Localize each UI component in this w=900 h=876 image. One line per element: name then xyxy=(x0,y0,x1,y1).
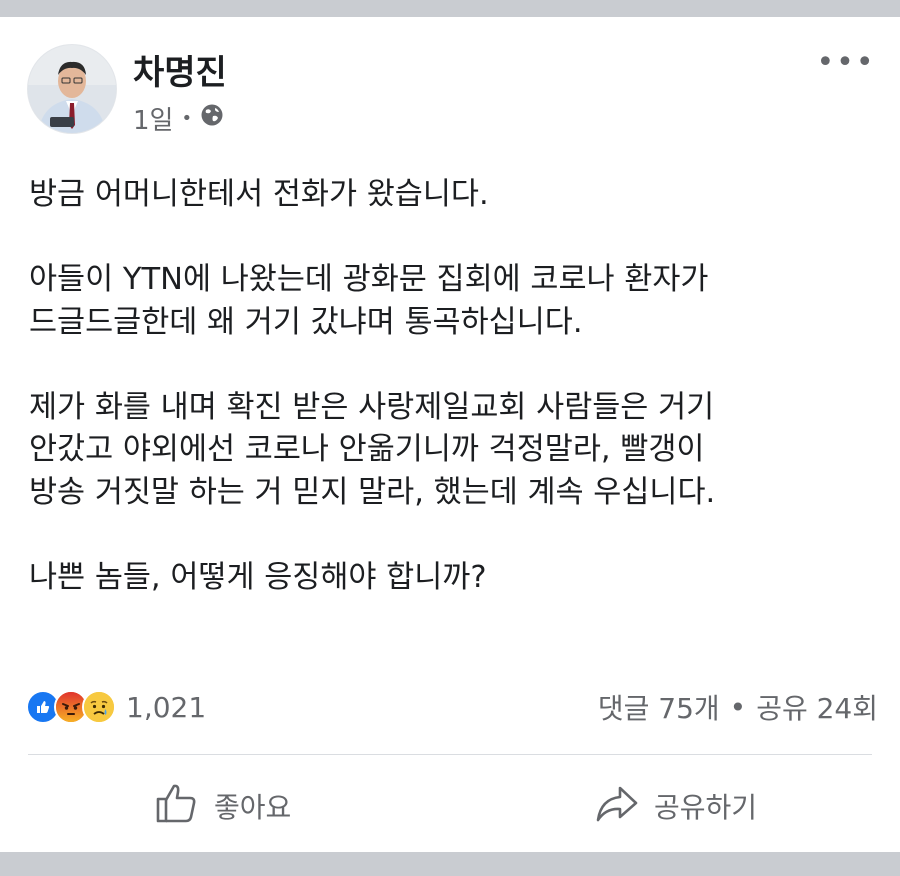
share-button[interactable]: 공유하기 xyxy=(594,779,757,833)
divider xyxy=(28,754,872,755)
stats-separator: • xyxy=(729,690,747,724)
share-label: 공유하기 xyxy=(654,791,758,824)
share-arrow-icon xyxy=(594,780,640,833)
reactions-summary[interactable]: 1,021 xyxy=(26,687,206,727)
paragraph: 나쁜 놈들, 어떻게 응징해야 합니까? xyxy=(29,557,879,600)
engagement-stats: 댓글 75개 • 공유 24회 xyxy=(598,687,878,727)
globe-icon xyxy=(200,103,224,134)
text-line: 드글드글한데 왜 거기 갔냐며 통곡하십니다. xyxy=(29,304,583,340)
post-card: 차명진 1일 • ••• 방금 어머니한테서 전화가 왔습니다. 아들이 YTN… xyxy=(0,17,900,852)
thumbs-up-icon xyxy=(154,780,200,833)
more-options-icon[interactable]: ••• xyxy=(816,45,873,80)
meta-separator: • xyxy=(181,107,193,129)
text-line: 방금 어머니한테서 전화가 왔습니다. xyxy=(29,177,489,212)
paragraph: 방금 어머니한테서 전화가 왔습니다. xyxy=(29,174,879,217)
paragraph: 제가 화를 내며 확진 받은 사랑제일교회 사람들은 거기 안갔고 야외에선 코… xyxy=(29,387,879,515)
text-line: 제가 화를 내며 확진 받은 사랑제일교회 사람들은 거기 xyxy=(29,389,715,425)
sad-reaction-icon xyxy=(82,690,116,724)
post-meta: 1일 • xyxy=(133,100,224,137)
like-label: 좋아요 xyxy=(214,791,292,824)
text-line: 아들이 YTN에 나왔는데 광화문 집회에 코로나 환자가 xyxy=(29,262,709,297)
post-body: 방금 어머니한테서 전화가 왔습니다. 아들이 YTN에 나왔는데 광화문 집회… xyxy=(29,174,879,599)
post-time[interactable]: 1일 xyxy=(133,100,173,137)
like-button[interactable]: 좋아요 xyxy=(154,779,291,833)
share-count[interactable]: 공유 24회 xyxy=(756,687,878,727)
paragraph: 아들이 YTN에 나왔는데 광화문 집회에 코로나 환자가 드글드글한데 왜 거… xyxy=(29,259,879,344)
text-line: 방송 거짓말 하는 거 믿지 말라, 했는데 계속 우십니다. xyxy=(29,474,716,510)
author-avatar[interactable] xyxy=(27,44,117,134)
author-name[interactable]: 차명진 xyxy=(133,45,227,94)
reaction-count: 1,021 xyxy=(126,690,207,724)
comment-count[interactable]: 댓글 75개 xyxy=(598,687,720,727)
text-line: 안갔고 야외에선 코로나 안옮기니까 걱정말라, 빨갱이 xyxy=(29,432,705,467)
text-line: 나쁜 놈들, 어떻게 응징해야 합니까? xyxy=(29,559,487,595)
avatar-photo xyxy=(28,45,116,133)
